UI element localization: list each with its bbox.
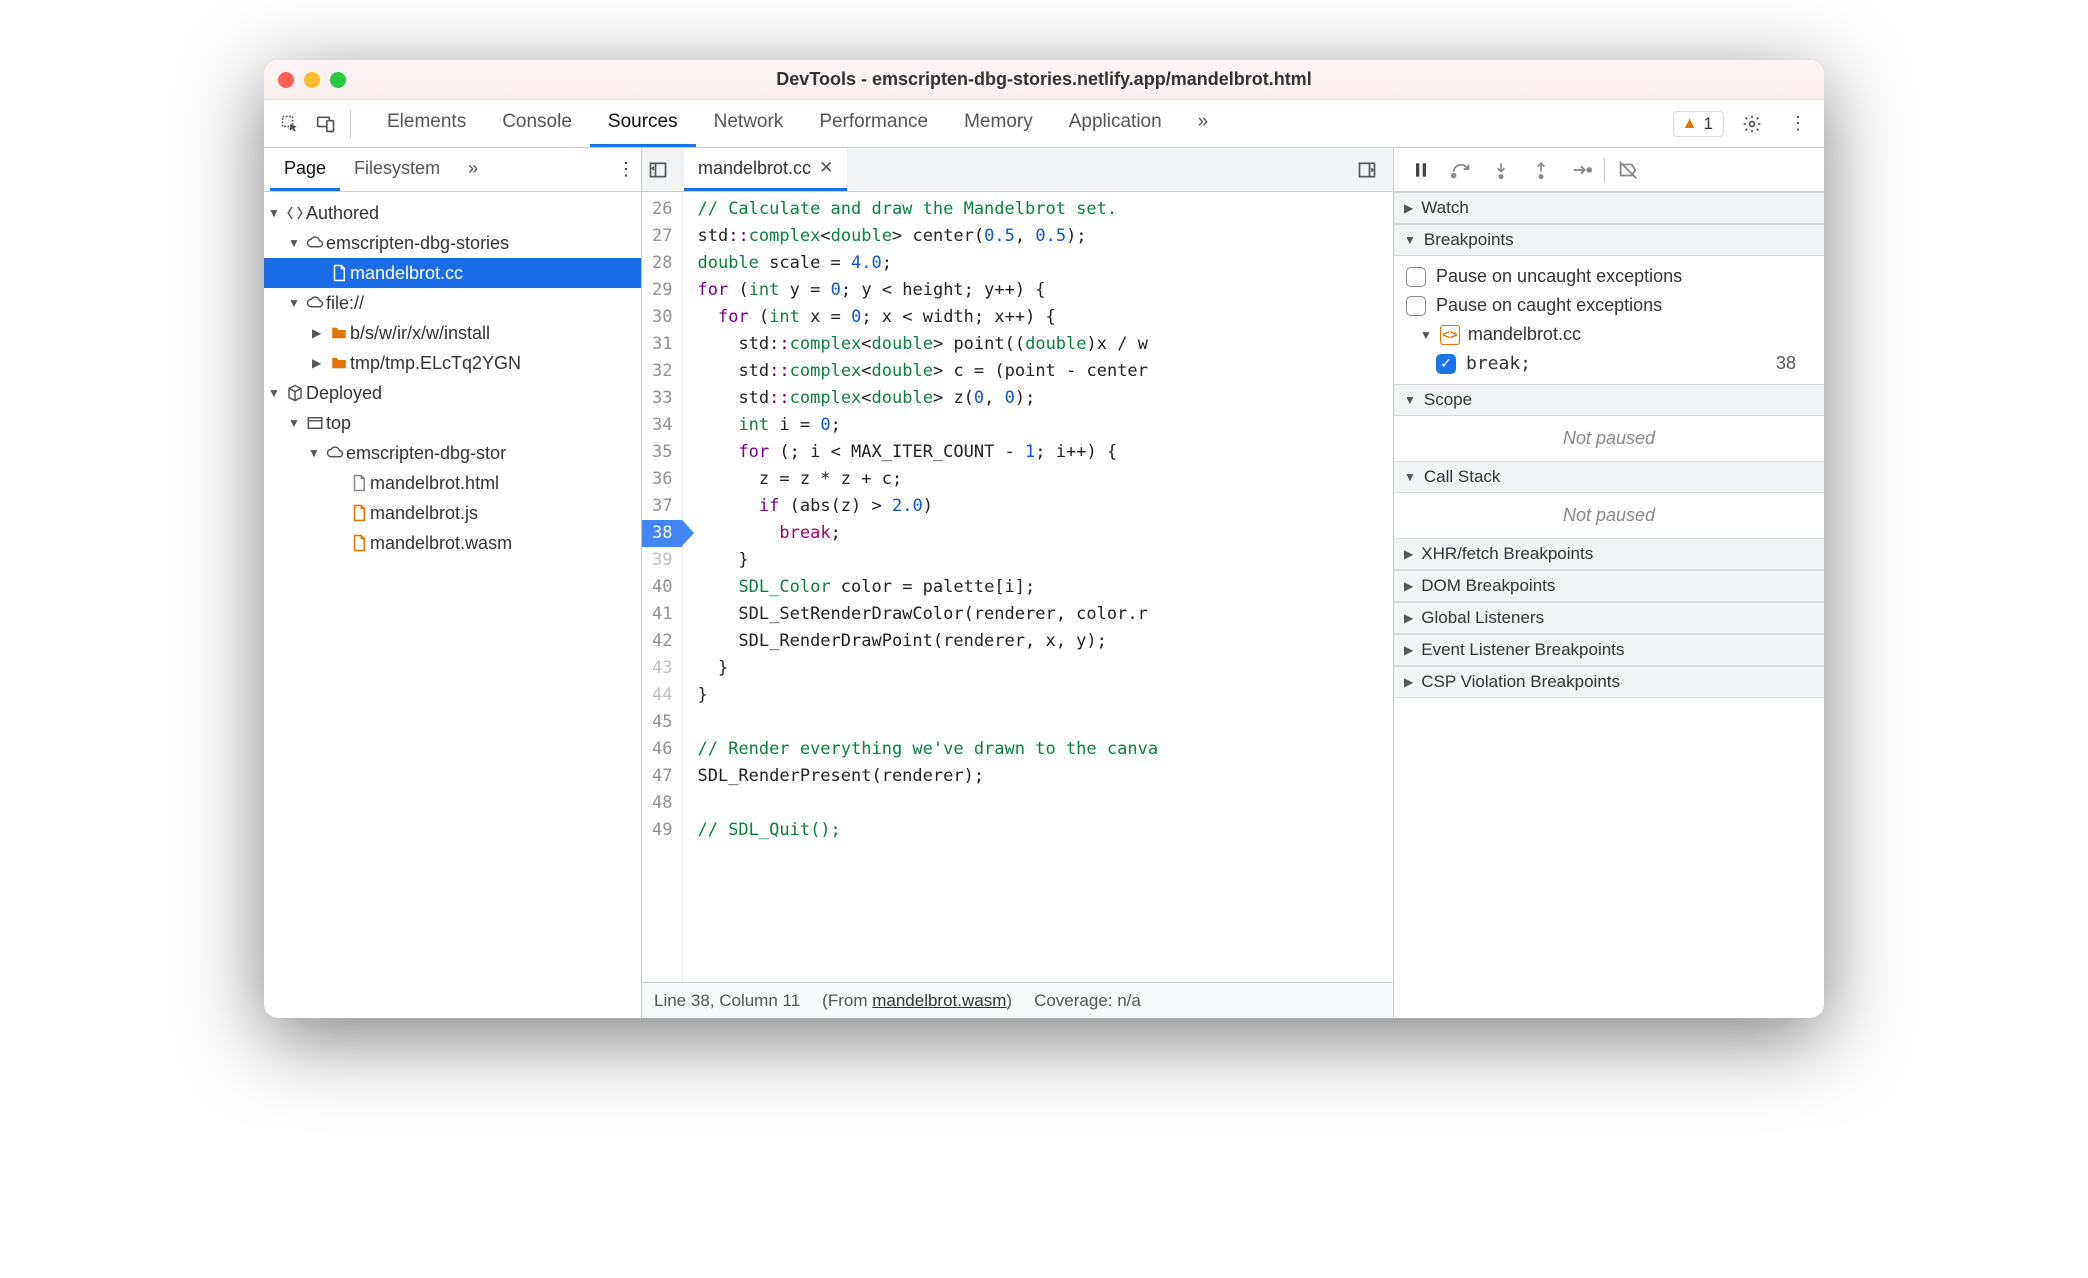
settings-icon[interactable]: [1734, 106, 1770, 142]
debugger-panel: ▶Watch ▼Breakpoints Pause on uncaught ex…: [1394, 148, 1824, 1018]
code-editor[interactable]: 2627282930313233343536373839404142434445…: [642, 192, 1393, 982]
tab-application[interactable]: Application: [1051, 100, 1180, 147]
line-gutter[interactable]: 2627282930313233343536373839404142434445…: [642, 192, 683, 982]
frame-icon: [304, 414, 326, 432]
tree-domain-emscripten[interactable]: ▼ emscripten-dbg-stories: [264, 228, 641, 258]
navigator-tabs-overflow-icon[interactable]: »: [454, 148, 492, 191]
tree-file-protocol[interactable]: ▼ file://: [264, 288, 641, 318]
tree-file-js[interactable]: mandelbrot.js: [264, 498, 641, 528]
section-event-listener-breakpoints[interactable]: ▶Event Listener Breakpoints: [1394, 634, 1824, 666]
checkbox-icon[interactable]: [1406, 296, 1426, 316]
titlebar: DevTools - emscripten-dbg-stories.netlif…: [264, 60, 1824, 100]
file-icon: [348, 474, 370, 492]
navigator-tabs: Page Filesystem » ⋮: [264, 148, 641, 192]
section-dom-breakpoints[interactable]: ▶DOM Breakpoints: [1394, 570, 1824, 602]
tree-folder-tmp[interactable]: ▶ tmp/tmp.ELcTq2YGN: [264, 348, 641, 378]
tree-domain-deployed[interactable]: ▼ emscripten-dbg-stor: [264, 438, 641, 468]
file-icon: [328, 264, 350, 282]
cursor-position: Line 38, Column 11: [654, 991, 800, 1011]
checkbox-icon[interactable]: [1406, 267, 1426, 287]
cloud-icon: [324, 444, 346, 462]
navigator-tab-filesystem[interactable]: Filesystem: [340, 148, 454, 191]
close-tab-icon[interactable]: ✕: [819, 158, 833, 178]
section-breakpoints[interactable]: ▼Breakpoints: [1394, 224, 1824, 256]
more-icon[interactable]: ⋮: [1780, 106, 1816, 142]
scope-not-paused: Not paused: [1394, 416, 1824, 461]
deployed-icon: [284, 384, 306, 402]
tree-top-frame[interactable]: ▼ top: [264, 408, 641, 438]
source-from: (From mandelbrot.wasm): [822, 991, 1012, 1011]
navigator-tab-page[interactable]: Page: [270, 148, 340, 191]
tree-folder-install[interactable]: ▶ b/s/w/ir/x/w/install: [264, 318, 641, 348]
breakpoint-file-row[interactable]: ▼ <> mandelbrot.cc: [1406, 320, 1812, 349]
tab-memory[interactable]: Memory: [946, 100, 1051, 147]
tab-sources[interactable]: Sources: [590, 100, 696, 147]
warning-icon: ▲: [1682, 115, 1698, 133]
file-icon: [348, 504, 370, 522]
window-title: DevTools - emscripten-dbg-stories.netlif…: [264, 69, 1824, 90]
section-csp-breakpoints[interactable]: ▶CSP Violation Breakpoints: [1394, 666, 1824, 698]
main-area: Page Filesystem » ⋮ ▼ Authored ▼: [264, 148, 1824, 1018]
section-callstack[interactable]: ▼Call Stack: [1394, 461, 1824, 493]
breakpoint-entry[interactable]: ✓ break; 38: [1406, 349, 1812, 378]
editor-tab-mandelbrot-cc[interactable]: mandelbrot.cc ✕: [684, 148, 847, 191]
section-xhr-breakpoints[interactable]: ▶XHR/fetch Breakpoints: [1394, 538, 1824, 570]
file-tree: ▼ Authored ▼ emscripten-dbg-stories: [264, 192, 641, 1018]
breakpoints-body: Pause on uncaught exceptions Pause on ca…: [1394, 256, 1824, 384]
tab-performance[interactable]: Performance: [801, 100, 946, 147]
tree-group-authored[interactable]: ▼ Authored: [264, 198, 641, 228]
coverage-status: Coverage: n/a: [1034, 991, 1141, 1011]
inspect-element-icon[interactable]: [272, 106, 308, 142]
pause-uncaught-row[interactable]: Pause on uncaught exceptions: [1406, 262, 1812, 291]
callstack-not-paused: Not paused: [1394, 493, 1824, 538]
code-content[interactable]: // Calculate and draw the Mandelbrot set…: [683, 192, 1158, 982]
file-icon: [348, 534, 370, 552]
step-out-icon[interactable]: [1524, 153, 1558, 187]
source-file-icon: <>: [1440, 325, 1460, 345]
tree-file-html[interactable]: mandelbrot.html: [264, 468, 641, 498]
step-over-icon[interactable]: [1444, 153, 1478, 187]
devtools-window: DevTools - emscripten-dbg-stories.netlif…: [264, 60, 1824, 1018]
folder-icon: [328, 324, 350, 342]
checkbox-checked-icon[interactable]: ✓: [1436, 354, 1456, 374]
tab-elements[interactable]: Elements: [369, 100, 484, 147]
tree-file-mandelbrot-cc[interactable]: mandelbrot.cc: [264, 258, 641, 288]
warning-count: 1: [1704, 114, 1713, 134]
editor-panel: mandelbrot.cc ✕ 262728293031323334353637…: [642, 148, 1394, 1018]
navigator-panel: Page Filesystem » ⋮ ▼ Authored ▼: [264, 148, 642, 1018]
editor-statusbar: Line 38, Column 11 (From mandelbrot.wasm…: [642, 982, 1393, 1018]
toggle-debugger-icon[interactable]: [1357, 160, 1387, 180]
panel-tabs: Elements Console Sources Network Perform…: [369, 100, 1226, 147]
tab-network[interactable]: Network: [696, 100, 802, 147]
section-global-listeners[interactable]: ▶Global Listeners: [1394, 602, 1824, 634]
deactivate-breakpoints-icon[interactable]: [1611, 153, 1645, 187]
folder-icon: [328, 354, 350, 372]
toggle-navigator-icon[interactable]: [648, 160, 678, 180]
pause-caught-row[interactable]: Pause on caught exceptions: [1406, 291, 1812, 320]
tree-file-wasm[interactable]: mandelbrot.wasm: [264, 528, 641, 558]
navigator-more-icon[interactable]: ⋮: [617, 159, 635, 180]
step-icon[interactable]: [1564, 153, 1598, 187]
debugger-toolbar: [1394, 148, 1824, 192]
warnings-badge[interactable]: ▲ 1: [1673, 111, 1724, 137]
section-scope[interactable]: ▼Scope: [1394, 384, 1824, 416]
cloud-icon: [304, 234, 326, 252]
main-toolbar: Elements Console Sources Network Perform…: [264, 100, 1824, 148]
device-toolbar-icon[interactable]: [308, 106, 344, 142]
cloud-icon: [304, 294, 326, 312]
source-link[interactable]: mandelbrot.wasm: [872, 991, 1006, 1010]
tabs-overflow-icon[interactable]: »: [1180, 100, 1227, 147]
tree-group-deployed[interactable]: ▼ Deployed: [264, 378, 641, 408]
section-watch[interactable]: ▶Watch: [1394, 192, 1824, 224]
authored-icon: [284, 204, 306, 222]
editor-tabs: mandelbrot.cc ✕: [642, 148, 1393, 192]
step-into-icon[interactable]: [1484, 153, 1518, 187]
pause-icon[interactable]: [1404, 153, 1438, 187]
tab-console[interactable]: Console: [484, 100, 590, 147]
